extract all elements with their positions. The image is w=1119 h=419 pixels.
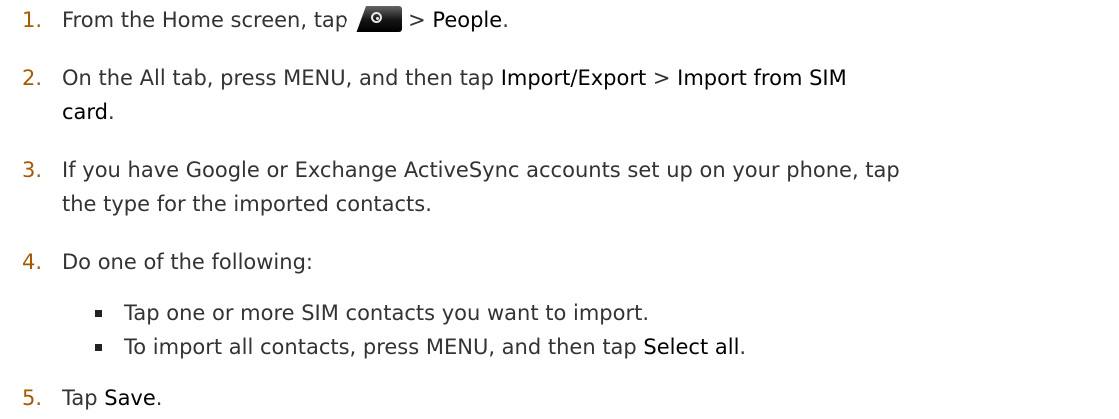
step-number: 4. (22, 250, 43, 274)
bullet-text-part: . (739, 335, 747, 359)
step-text-part: . (155, 386, 163, 410)
step-number: 2. (22, 66, 43, 90)
ui-term-import-export: Import/Export (500, 66, 647, 90)
bullet-text-part: To import all contacts, press MENU, and … (124, 335, 644, 359)
step-number: 3. (22, 158, 43, 182)
step-number: 5. (22, 386, 43, 410)
step-text-part: From the Home screen, tap (62, 8, 349, 32)
step-text: card. (62, 97, 115, 127)
ui-term-select-all: Select all (643, 335, 740, 359)
bullet-text: To import all contacts, press MENU, and … (124, 332, 746, 362)
step-text: On the All tab, press MENU, and then tap… (62, 63, 847, 93)
step-text: From the Home screen, tap > People. (62, 5, 509, 35)
step-text-part: On the All tab, press MENU, and then tap (62, 66, 501, 90)
step-text-part: . (502, 8, 509, 32)
step-text-part: Tap (62, 386, 105, 410)
all-apps-button-icon (352, 6, 403, 32)
instruction-document: 1. From the Home screen, tap > People. 2.… (0, 0, 1119, 419)
ui-term-card: card (62, 100, 109, 124)
step-text-part: > (408, 8, 433, 32)
step-text: the type for the imported contacts. (62, 192, 432, 216)
ui-term-save: Save (104, 386, 156, 410)
bullet-icon (95, 344, 102, 351)
ui-term-import-from-sim: Import from SIM (677, 66, 847, 90)
ui-term-people: People (432, 8, 503, 32)
bullet-icon (95, 310, 102, 317)
step-text: Tap Save. (62, 383, 162, 413)
step-text-part: . (108, 100, 115, 124)
ring-icon (371, 12, 383, 23)
step-text: Do one of the following: (62, 250, 313, 274)
step-number: 1. (22, 8, 43, 32)
bullet-text: Tap one or more SIM contacts you want to… (124, 301, 650, 325)
step-text: If you have Google or Exchange ActiveSyn… (62, 158, 900, 182)
step-text-part: > (646, 66, 678, 90)
